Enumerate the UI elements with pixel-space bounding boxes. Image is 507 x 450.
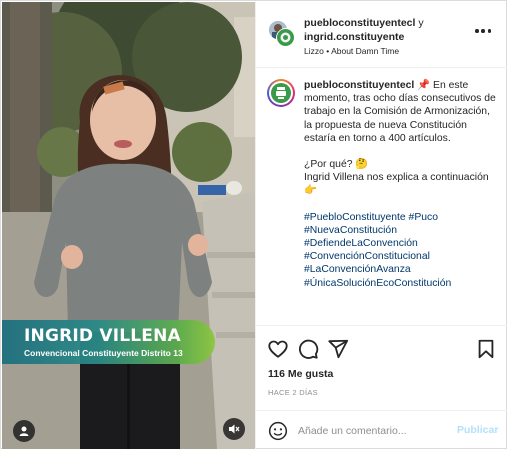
collab-avatars[interactable] <box>268 20 296 48</box>
collab-accounts: puebloconstituyentecl y ingrid.constituy… <box>304 16 474 44</box>
lower-third-banner: INGRID VILLENA Convencional Constituyent… <box>2 320 215 364</box>
speaker-role: Convencional Constituyente Distrito 13 <box>24 348 183 358</box>
heart-icon[interactable] <box>267 338 289 360</box>
post-caption: puebloconstituyentecl 📌 En este momento,… <box>304 79 500 290</box>
publish-button[interactable]: Publicar <box>457 424 498 436</box>
hashtag-link[interactable]: #ConvenciónConstitucional <box>304 250 500 263</box>
caption-username[interactable]: puebloconstituyentecl <box>304 80 414 91</box>
likes-count[interactable]: 116 Me gusta <box>268 368 333 380</box>
hashtag-link[interactable]: #NuevaConstitución <box>304 224 500 237</box>
hashtag-list: #PuebloConstituyente #Puco #NuevaConstit… <box>304 211 500 290</box>
post-timestamp[interactable]: HACE 2 DÍAS <box>268 388 318 397</box>
hashtag-link[interactable]: #ÚnicaSoluciónEcoConstitución <box>304 277 500 290</box>
user-icon[interactable] <box>13 420 35 442</box>
video-frame-image <box>2 2 255 449</box>
comment-input[interactable] <box>298 423 448 439</box>
avatar <box>276 28 296 48</box>
more-horizontal-icon[interactable] <box>475 28 491 34</box>
comment-icon[interactable] <box>297 338 319 360</box>
pin-icon: 📌 <box>417 80 431 91</box>
audio-track-link[interactable]: Lizzo • About Damn Time <box>304 46 399 56</box>
hashtag-link[interactable]: #LaConvenciónAvanza <box>304 263 500 276</box>
account-link[interactable]: puebloconstituyentecl <box>304 17 415 29</box>
post-header: puebloconstituyentecl y ingrid.constituy… <box>256 2 507 68</box>
avatar[interactable] <box>267 79 295 107</box>
caption-explain: Ingrid Villena nos explica a continuació… <box>304 172 489 197</box>
bookmark-icon[interactable] <box>475 338 497 360</box>
emoji-icon[interactable] <box>268 421 288 441</box>
caption-question: ¿Por qué? 🤔 <box>304 159 369 171</box>
hashtag-link[interactable]: #DefiendeLaConvención <box>304 237 500 250</box>
post-details-panel: puebloconstituyentecl y ingrid.constituy… <box>255 2 507 449</box>
post-video[interactable]: INGRID VILLENA Convencional Constituyent… <box>2 2 255 449</box>
caption-area: puebloconstituyentecl 📌 En este momento,… <box>256 69 507 325</box>
collab-connector: y <box>418 17 424 29</box>
post-actions: 116 Me gusta HACE 2 DÍAS Publicar <box>256 325 507 450</box>
speaker-muted-icon[interactable] <box>223 418 245 440</box>
comment-bar: Publicar <box>256 410 507 450</box>
speaker-name: INGRID VILLENA <box>24 326 181 346</box>
account-link[interactable]: ingrid.constituyente <box>304 31 404 43</box>
instagram-post: INGRID VILLENA Convencional Constituyent… <box>0 0 507 449</box>
send-icon[interactable] <box>327 338 349 360</box>
hashtag-link[interactable]: #PuebloConstituyente #Puco <box>304 211 500 224</box>
